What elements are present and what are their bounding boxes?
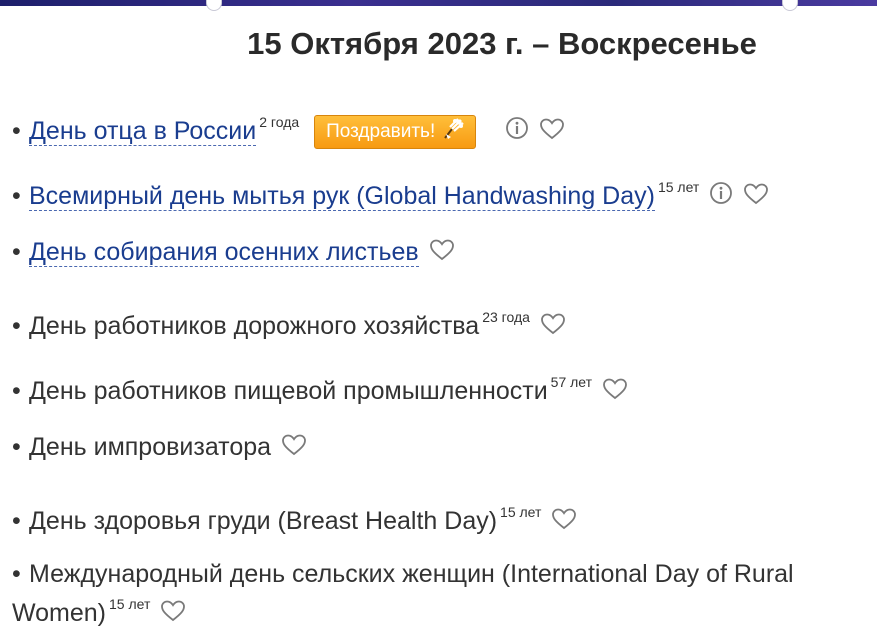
holiday-item: • День работников пищевой промышленности 5… (12, 364, 874, 429)
heart-icon[interactable] (602, 374, 628, 410)
bullet: • (12, 238, 21, 266)
bullet: • (12, 117, 21, 145)
holiday-name: Международный день сельских женщин (Inte… (12, 560, 794, 627)
page-title: 15 Октября 2023 г. – Воскресенье (247, 26, 757, 61)
holiday-name: День работников пищевой промышленности (29, 377, 548, 405)
holiday-item: • День здоровья груди (Breast Health Day)… (12, 494, 874, 559)
bullet: • (12, 507, 21, 535)
heart-icon[interactable] (743, 179, 769, 215)
holiday-age: 15 лет (109, 596, 151, 612)
heart-icon[interactable] (429, 235, 455, 271)
bullet: • (12, 560, 21, 588)
holiday-name: День здоровья груди (Breast Health Day) (29, 507, 498, 535)
info-icon[interactable] (709, 179, 733, 215)
info-icon[interactable] (505, 114, 529, 150)
congratulate-button-label: Поздравить! (326, 121, 436, 142)
banner-pagination-dot[interactable] (782, 0, 798, 11)
holiday-link[interactable]: День отца в России (29, 117, 257, 146)
holiday-item: • Всемирный день мытья рук (Global Handwa… (12, 169, 874, 234)
bullet: • (12, 377, 21, 405)
holiday-item: • День собирания осенних листьев (12, 234, 874, 299)
heart-icon[interactable] (539, 114, 565, 150)
bullet: • (12, 312, 21, 340)
holiday-item: • Международный день сельских женщин (Int… (12, 559, 874, 629)
holiday-age: 15 лет (657, 179, 700, 195)
top-banner-strip (0, 0, 877, 11)
holiday-age: 2 года (259, 114, 300, 130)
holiday-item: • День отца в России 2 года Поздравить! (12, 104, 874, 169)
heart-icon[interactable] (551, 504, 577, 540)
holiday-link[interactable]: Всемирный день мытья рук (Global Handwas… (29, 182, 655, 211)
bouquet-icon (441, 117, 465, 152)
heart-icon[interactable] (540, 309, 566, 345)
bullet: • (12, 182, 21, 210)
holiday-link[interactable]: День собирания осенних листьев (29, 238, 419, 267)
holiday-item: • День импровизатора (12, 429, 874, 494)
banner-pagination-dot[interactable] (206, 0, 222, 11)
holiday-item: • День работников дорожного хозяйства 23 г… (12, 299, 874, 364)
heart-icon[interactable] (160, 599, 186, 629)
holiday-age: 57 лет (550, 374, 593, 390)
holiday-list: • День отца в России 2 года Поздравить! • В… (12, 104, 874, 629)
congratulate-button[interactable]: Поздравить! (314, 115, 477, 152)
heart-icon[interactable] (281, 430, 307, 466)
holiday-name: День импровизатора (29, 433, 272, 461)
bullet: • (12, 433, 21, 461)
holiday-name: День работников дорожного хозяйства (29, 312, 480, 340)
holiday-age: 23 года (482, 309, 530, 325)
holiday-age: 15 лет (500, 504, 542, 520)
